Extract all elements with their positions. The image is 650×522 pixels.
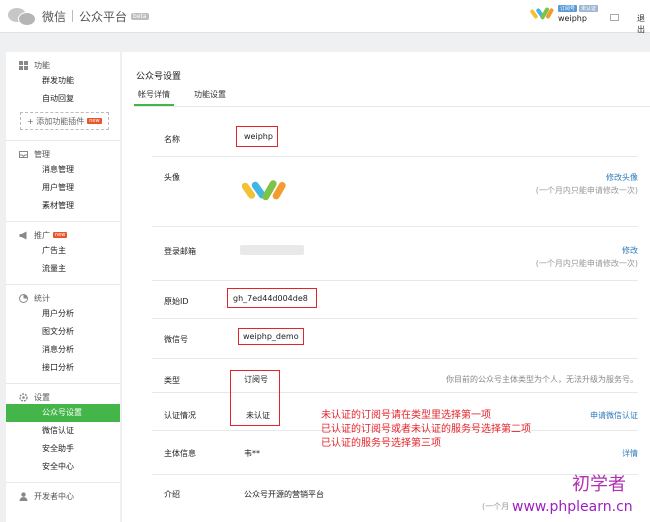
top-bar: 微信 公众平台 beta 订阅号 未认证 weiphp 退出 <box>0 0 650 35</box>
sidebar-item-messages[interactable]: 消息管理 <box>6 161 120 179</box>
row-label: 认证情况 <box>164 411 196 420</box>
wechat-bubble-icon <box>8 7 36 26</box>
wechat-logo[interactable]: 微信 公众平台 beta <box>8 7 149 26</box>
edit-email-link[interactable]: 修改 <box>622 245 638 256</box>
row-label: 名称 <box>164 135 180 144</box>
page-title: 公众号设置 <box>136 72 182 82</box>
new-tag: new <box>53 232 68 238</box>
account-info[interactable]: 订阅号 未认证 weiphp <box>530 5 599 23</box>
pie-icon <box>19 293 28 303</box>
sidebar-item-publisher[interactable]: 流量主 <box>6 260 120 278</box>
sidebar-item-security-center[interactable]: 安全中心 <box>6 458 120 476</box>
sidebar-item-wechat-verify[interactable]: 微信认证 <box>6 422 120 440</box>
row-original-id: 原始ID gh_7ed44d004de8 <box>152 280 638 319</box>
apply-verify-link[interactable]: 申请微信认证 <box>590 410 638 421</box>
row-type: 类型 订阅号 你目前的公众号主体类型为个人，无法升级为服务号。 <box>152 358 638 393</box>
account-name: weiphp <box>558 14 587 23</box>
row-name: 名称 weiphp <box>152 122 638 157</box>
row-label: 原始ID <box>164 297 189 306</box>
account-name-value: weiphp <box>244 132 273 141</box>
email-value-blurred <box>240 245 304 255</box>
sidebar-section-stats: 统计 用户分析 图文分析 消息分析 接口分析 <box>6 285 120 384</box>
email-hint: (一个月内只能申请修改一次) <box>535 259 638 268</box>
sidebar-section-title: 管理 <box>34 149 50 159</box>
row-email: 登录邮箱 修改 (一个月内只能申请修改一次) <box>152 226 638 281</box>
sidebar-section-settings: 设置 公众号设置 微信认证 安全助手 安全中心 <box>6 384 120 483</box>
annotation-line-1: 未认证的订阅号请在类型里选择第一项 <box>321 410 491 421</box>
wechat-id-value: weiphp_demo <box>243 332 299 341</box>
account-verify-badge: 未认证 <box>579 5 599 12</box>
edit-avatar-link[interactable]: 修改头像 <box>606 172 638 183</box>
sidebar-item-article-analysis[interactable]: 图文分析 <box>6 323 120 341</box>
main-panel: 公众号设置 帐号详情 功能设置 名称 weiphp 头像 修改头像 (一个月内只… <box>122 52 650 522</box>
intro-hint: (一个月 <box>482 502 510 511</box>
tab-function-settings[interactable]: 功能设置 <box>190 88 230 106</box>
subject-value: 韦** <box>244 449 260 458</box>
product-name: 公众平台 <box>79 9 128 24</box>
sidebar-item-mass-send[interactable]: 群发功能 <box>6 72 120 90</box>
sidebar-section-promotion: 推广 new 广告主 流量主 <box>6 222 120 285</box>
sidebar-item-materials[interactable]: 素材管理 <box>6 197 120 215</box>
watermark-title: 初学者 <box>572 474 626 495</box>
grid-icon <box>19 60 28 70</box>
row-label: 介绍 <box>164 490 180 499</box>
megaphone-icon <box>19 231 28 240</box>
sidebar-section-manage: 管理 消息管理 用户管理 素材管理 <box>6 141 120 222</box>
sidebar-item-advertiser[interactable]: 广告主 <box>6 242 120 260</box>
brand-name: 微信 <box>42 9 67 24</box>
sidebar-item-message-analysis[interactable]: 消息分析 <box>6 341 120 359</box>
sidebar-section-title: 统计 <box>34 293 50 303</box>
account-type-badge: 订阅号 <box>558 5 578 12</box>
logout-link[interactable]: 退出 <box>637 13 650 35</box>
watermark-url: www.phplearn.cn <box>512 499 633 515</box>
inbox-icon <box>19 150 28 159</box>
gear-icon <box>19 392 28 402</box>
subject-details-link[interactable]: 详情 <box>622 448 638 459</box>
sidebar-item-user-analysis[interactable]: 用户分析 <box>6 305 120 323</box>
row-label: 头像 <box>164 173 180 182</box>
sidebar-section-title: 推广 <box>34 230 50 240</box>
new-tag: new <box>87 118 102 124</box>
mail-icon[interactable] <box>610 14 619 21</box>
row-label: 微信号 <box>164 335 188 344</box>
intro-value: 公众号开源的营销平台 <box>244 490 324 499</box>
account-avatar-icon <box>530 7 554 20</box>
row-label: 类型 <box>164 376 180 385</box>
tab-bar: 帐号详情 功能设置 <box>134 88 650 107</box>
verify-status-value: 未认证 <box>246 411 270 420</box>
row-wechat-id: 微信号 weiphp_demo <box>152 318 638 359</box>
sidebar-item-users[interactable]: 用户管理 <box>6 179 120 197</box>
row-avatar: 头像 修改头像 (一个月内只能申请修改一次) <box>152 156 638 227</box>
tab-account-details[interactable]: 帐号详情 <box>134 88 174 106</box>
sidebar-item-account-settings[interactable]: 公众号设置 <box>6 404 120 422</box>
sidebar-section-title: 设置 <box>34 392 50 402</box>
sidebar-section-function: 功能 群发功能 自动回复 + 添加功能插件 new <box>6 52 120 141</box>
sidebar-section-title: 功能 <box>34 60 50 70</box>
sidebar-item-auto-reply[interactable]: 自动回复 <box>6 90 120 108</box>
user-icon <box>19 491 28 501</box>
sidebar-section-developer[interactable]: 开发者中心 <box>6 483 120 509</box>
sidebar: 功能 群发功能 自动回复 + 添加功能插件 new 管理 消息管理 用户管理 素… <box>6 52 120 522</box>
original-id-value: gh_7ed44d004de8 <box>233 294 308 303</box>
account-avatar-image <box>242 180 286 201</box>
type-hint: 你目前的公众号主体类型为个人，无法升级为服务号。 <box>446 375 638 384</box>
row-label: 主体信息 <box>164 449 196 458</box>
sidebar-section-title: 开发者中心 <box>34 491 74 501</box>
add-plugin-button[interactable]: + 添加功能插件 new <box>20 112 109 130</box>
sidebar-item-security-assistant[interactable]: 安全助手 <box>6 440 120 458</box>
annotation-line-3: 已认证的服务号选择第三项 <box>321 438 441 449</box>
sidebar-item-api-analysis[interactable]: 接口分析 <box>6 359 120 377</box>
annotation-line-2: 已认证的订阅号或者未认证的服务号选择第二项 <box>321 424 531 435</box>
row-label: 登录邮箱 <box>164 247 196 256</box>
beta-badge: beta <box>131 12 149 20</box>
avatar-hint: (一个月内只能申请修改一次) <box>535 186 638 195</box>
